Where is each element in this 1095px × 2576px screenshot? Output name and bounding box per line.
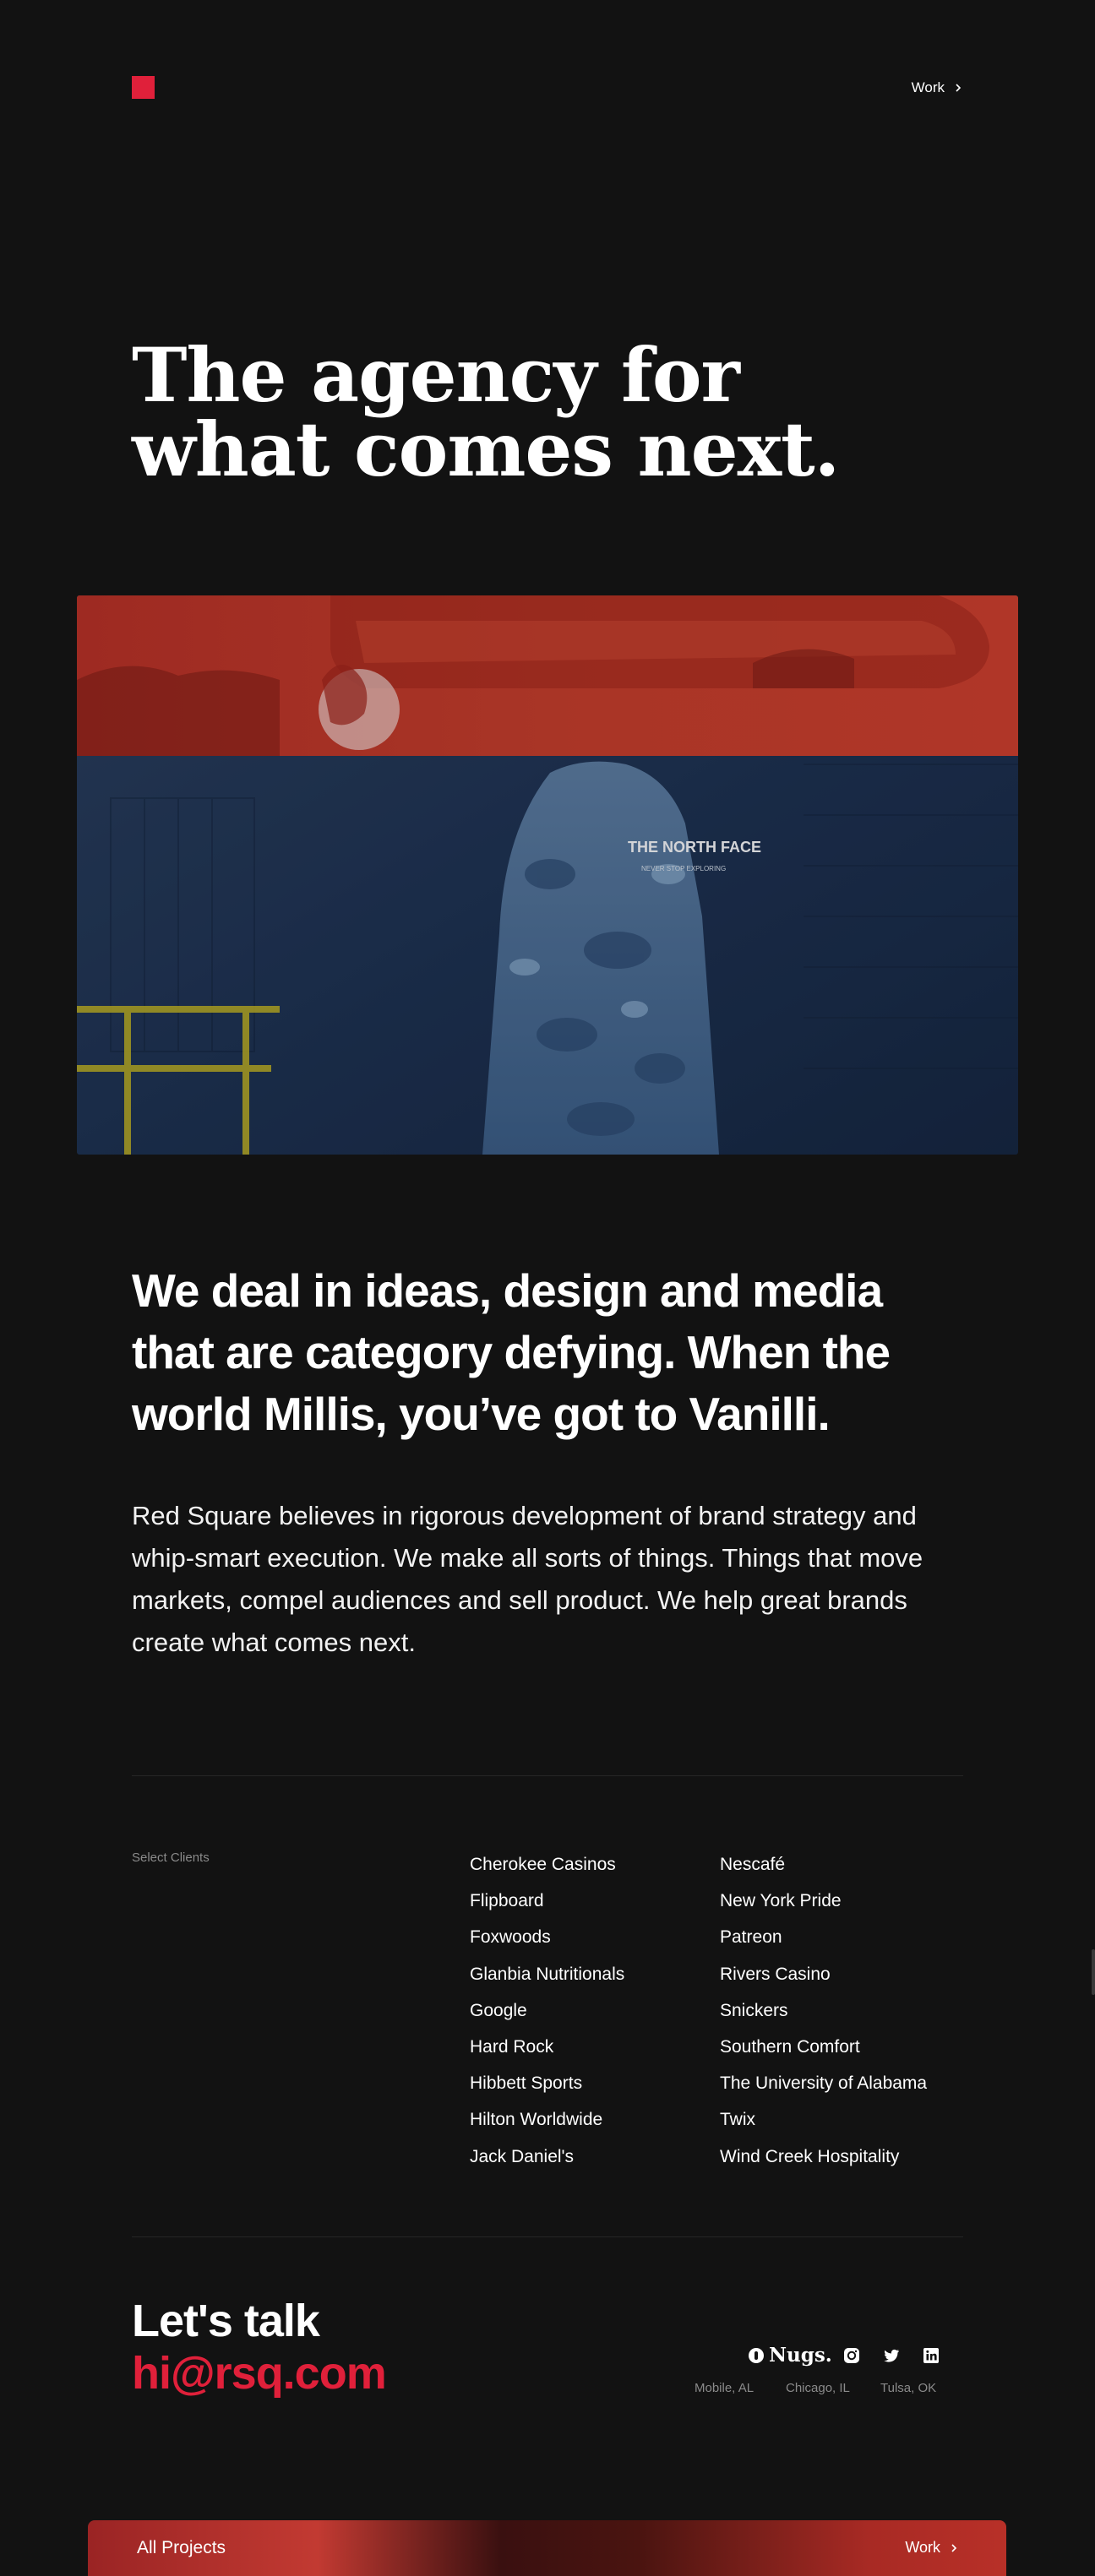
- about-paragraph: Red Square believes in rigorous developm…: [132, 1501, 923, 1657]
- location-tulsa: Tulsa, OK: [880, 2381, 937, 2395]
- scrollbar-thumb[interactable]: [1092, 1949, 1095, 1995]
- client-item: Flipboard: [470, 1891, 544, 1911]
- divider: [132, 2236, 963, 2237]
- hero-video-frame: THE NORTH FACE NEVER STOP EXPLORING: [77, 595, 1018, 1155]
- client-item: The University of Alabama: [720, 2073, 928, 2094]
- client-item: Twix: [720, 2110, 755, 2130]
- clients-column-1: Cherokee Casinos Flipboard Foxwoods Glan…: [470, 1846, 624, 2175]
- client-item: Hibbett Sports: [470, 2073, 583, 2094]
- linkedin-icon[interactable]: [923, 2347, 940, 2364]
- bottom-work-label: Work: [905, 2539, 940, 2556]
- client-item: Hilton Worldwide: [470, 2110, 603, 2130]
- email-link[interactable]: hi@rsq.com: [132, 2348, 387, 2399]
- client-item: Southern Comfort: [720, 2037, 860, 2057]
- nugs-label: Nugs.: [769, 2344, 832, 2367]
- logo-square[interactable]: [132, 76, 155, 99]
- statement-heading: We deal in ideas, design and media that …: [132, 1264, 891, 1440]
- instagram-icon[interactable]: [843, 2347, 860, 2364]
- all-projects-bar[interactable]: All Projects Work: [88, 2520, 1006, 2576]
- client-item: Cherokee Casinos: [470, 1855, 616, 1874]
- location-mobile: Mobile, AL: [695, 2381, 755, 2395]
- client-item: Wind Creek Hospitality: [720, 2146, 900, 2166]
- clients-label: Select Clients: [132, 1850, 210, 1865]
- hero-video[interactable]: THE NORTH FACE NEVER STOP EXPLORING: [77, 595, 1018, 1155]
- bottom-work-link[interactable]: Work: [905, 2539, 959, 2557]
- nugs-icon: [749, 2347, 764, 2363]
- client-item: New York Pride: [720, 1891, 842, 1911]
- client-item: Snickers: [720, 2000, 788, 2020]
- hero-title: The agency for what comes next.: [132, 338, 840, 486]
- nav-work-link[interactable]: Work: [912, 78, 963, 98]
- client-item: Nescafé: [720, 1855, 786, 1874]
- chevron-right-icon: [951, 2543, 957, 2552]
- all-projects-label: All Projects: [137, 2538, 226, 2557]
- nugs-link[interactable]: Nugs.: [749, 2344, 832, 2367]
- client-item: Foxwoods: [470, 1927, 551, 1948]
- chevron-right-icon: [956, 84, 962, 92]
- lets-talk-heading: Let's talk: [132, 2296, 320, 2346]
- client-item: Google: [470, 2000, 527, 2020]
- client-item: Glanbia Nutritionals: [470, 1964, 625, 1984]
- clients-column-2: Nescafé New York Pride Patreon Rivers Ca…: [720, 1846, 927, 2175]
- client-item: Hard Rock: [470, 2037, 554, 2057]
- client-item: Rivers Casino: [720, 1964, 831, 1984]
- client-item: Jack Daniel's: [470, 2146, 575, 2166]
- twitter-icon[interactable]: [883, 2347, 900, 2364]
- client-item: Patreon: [720, 1927, 782, 1948]
- divider: [132, 1775, 963, 1776]
- nav-work-label: Work: [911, 79, 945, 95]
- location-chicago: Chicago, IL: [786, 2381, 850, 2395]
- hero-title-line-2: what comes next.: [132, 405, 840, 493]
